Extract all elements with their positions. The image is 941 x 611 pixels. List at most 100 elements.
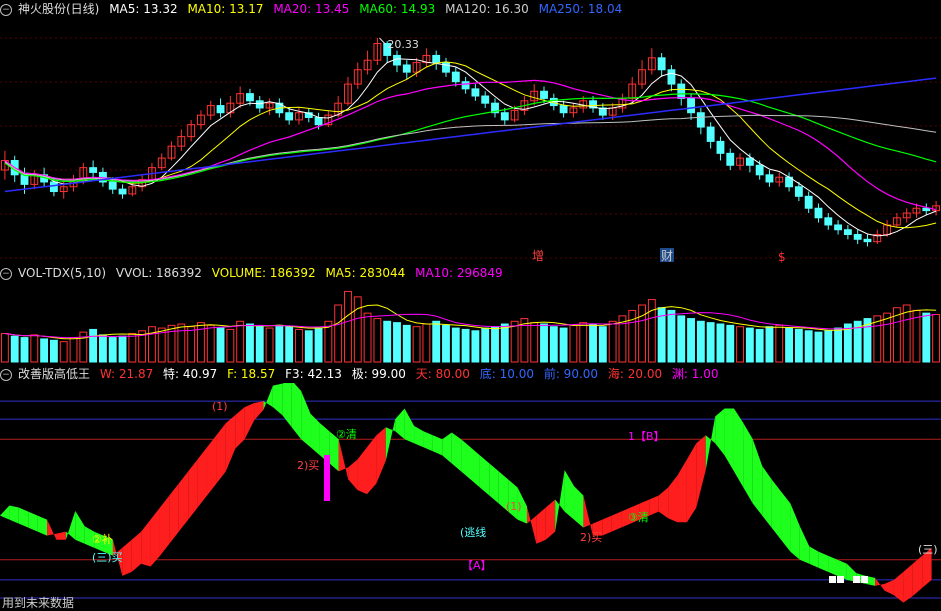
volume-bar	[49, 339, 58, 363]
candle-body	[706, 126, 715, 142]
collapse-icon[interactable]: −	[0, 3, 12, 16]
indicator-band	[451, 432, 462, 472]
volume-bar	[177, 323, 186, 363]
marker-s: $	[778, 250, 786, 264]
indicator-band	[423, 431, 433, 452]
indicator-band	[159, 495, 170, 556]
candle-body	[255, 100, 264, 109]
indicator-band	[677, 459, 687, 523]
indicator-band	[301, 391, 311, 448]
indicator-band	[366, 435, 377, 495]
volume-bar	[481, 327, 490, 363]
candle-body	[471, 88, 480, 97]
candle-body	[314, 117, 323, 126]
candle-body	[814, 207, 823, 219]
volume-bar	[716, 323, 725, 363]
volume-bar	[275, 324, 284, 363]
volume-bar	[461, 328, 470, 363]
volume-bar	[598, 326, 607, 363]
volume-bar	[187, 326, 196, 363]
indicator-band	[762, 466, 772, 528]
indicator-band	[244, 403, 255, 440]
volume-bar	[334, 304, 343, 363]
price-chart[interactable]: 20.33 增 财 $	[0, 18, 941, 264]
indicator-band	[216, 423, 226, 484]
volume-bar	[922, 312, 931, 363]
volume-bar	[383, 320, 392, 363]
volume-bar	[834, 327, 843, 363]
indicator-band	[131, 531, 142, 572]
indicator-band	[564, 470, 575, 520]
volume-bar	[10, 335, 19, 363]
volume-bar	[295, 328, 303, 363]
candle-body	[863, 238, 872, 243]
volume-bar	[667, 309, 676, 363]
volume-bar	[736, 326, 744, 363]
indicator-band	[310, 413, 320, 456]
volume-bar	[118, 335, 127, 363]
volume-bar	[451, 327, 460, 363]
volume-bar	[98, 334, 107, 363]
indicator-band	[225, 415, 236, 472]
candle-body	[824, 217, 833, 226]
candle-body	[216, 105, 225, 114]
candle-body	[677, 83, 686, 99]
volume-bar	[491, 326, 499, 363]
candle-body	[432, 54, 441, 64]
collapse-icon[interactable]: −	[0, 368, 12, 381]
volume-bar	[706, 322, 715, 363]
candle-body	[922, 207, 931, 212]
indicator-band	[122, 539, 132, 576]
vol-ma10-value: MA10: 296849	[415, 266, 503, 280]
volume-bar	[393, 322, 401, 363]
volume-bar	[363, 312, 372, 363]
indicator-header: − 改善版高低王 W: 21.87 特: 40.97 F: 18.57 F3: 4…	[0, 365, 941, 383]
volume-bar	[559, 327, 568, 363]
indicator-band	[724, 408, 734, 472]
candle-body	[765, 174, 774, 183]
indicator-band	[696, 435, 706, 508]
ma250-line	[4, 77, 937, 193]
indicator-band	[385, 419, 396, 461]
indicator-band	[254, 401, 264, 421]
label-buy-3: (三)买	[92, 551, 123, 564]
collapse-icon[interactable]: −	[0, 267, 12, 280]
volume-bar	[765, 326, 774, 363]
candle-body	[118, 188, 127, 195]
ma20-value: MA20: 13.45	[273, 2, 350, 16]
indicator-band	[743, 423, 753, 504]
volume-bar	[510, 320, 519, 363]
candle-body	[559, 105, 568, 114]
candle-body	[687, 97, 695, 114]
indicator-band	[470, 447, 480, 488]
indicator-band	[141, 519, 151, 567]
indicator-band	[65, 510, 76, 540]
candle-body	[696, 112, 705, 128]
candle-body	[481, 95, 490, 104]
indicator-band	[479, 455, 490, 496]
indicator-band	[357, 447, 367, 495]
label-6: (1)	[506, 500, 522, 513]
volume-chart[interactable]	[0, 282, 941, 364]
volume-bar	[902, 304, 911, 363]
candle-body	[726, 152, 735, 166]
volume-bar	[687, 318, 695, 363]
volume-bar	[745, 327, 754, 363]
indicator-chart[interactable]: (1) ②清 2)买 ②补 (三)买 (1) 2)买 (逃线【A】 ③清 1【B】 (三)	[0, 383, 941, 610]
indicator-band	[404, 408, 415, 444]
ma10-line	[4, 61, 937, 229]
candle-body	[108, 181, 117, 190]
indicator-band	[733, 408, 744, 488]
ind-te: 特: 40.97	[163, 367, 218, 381]
indicator-band	[884, 579, 894, 596]
volume-bar	[726, 324, 735, 363]
volume-bar	[236, 320, 245, 363]
ind-f: F: 18.57	[227, 367, 276, 381]
ma60-line	[4, 93, 937, 184]
volume-header: − VOL-TDX(5,10) VVOL: 186392 VOLUME: 1863…	[0, 264, 941, 282]
candle-body	[716, 140, 725, 154]
candle-body	[89, 167, 98, 173]
indicator-band	[752, 439, 763, 516]
volume-bar	[794, 328, 803, 363]
volume-bar	[579, 322, 588, 363]
